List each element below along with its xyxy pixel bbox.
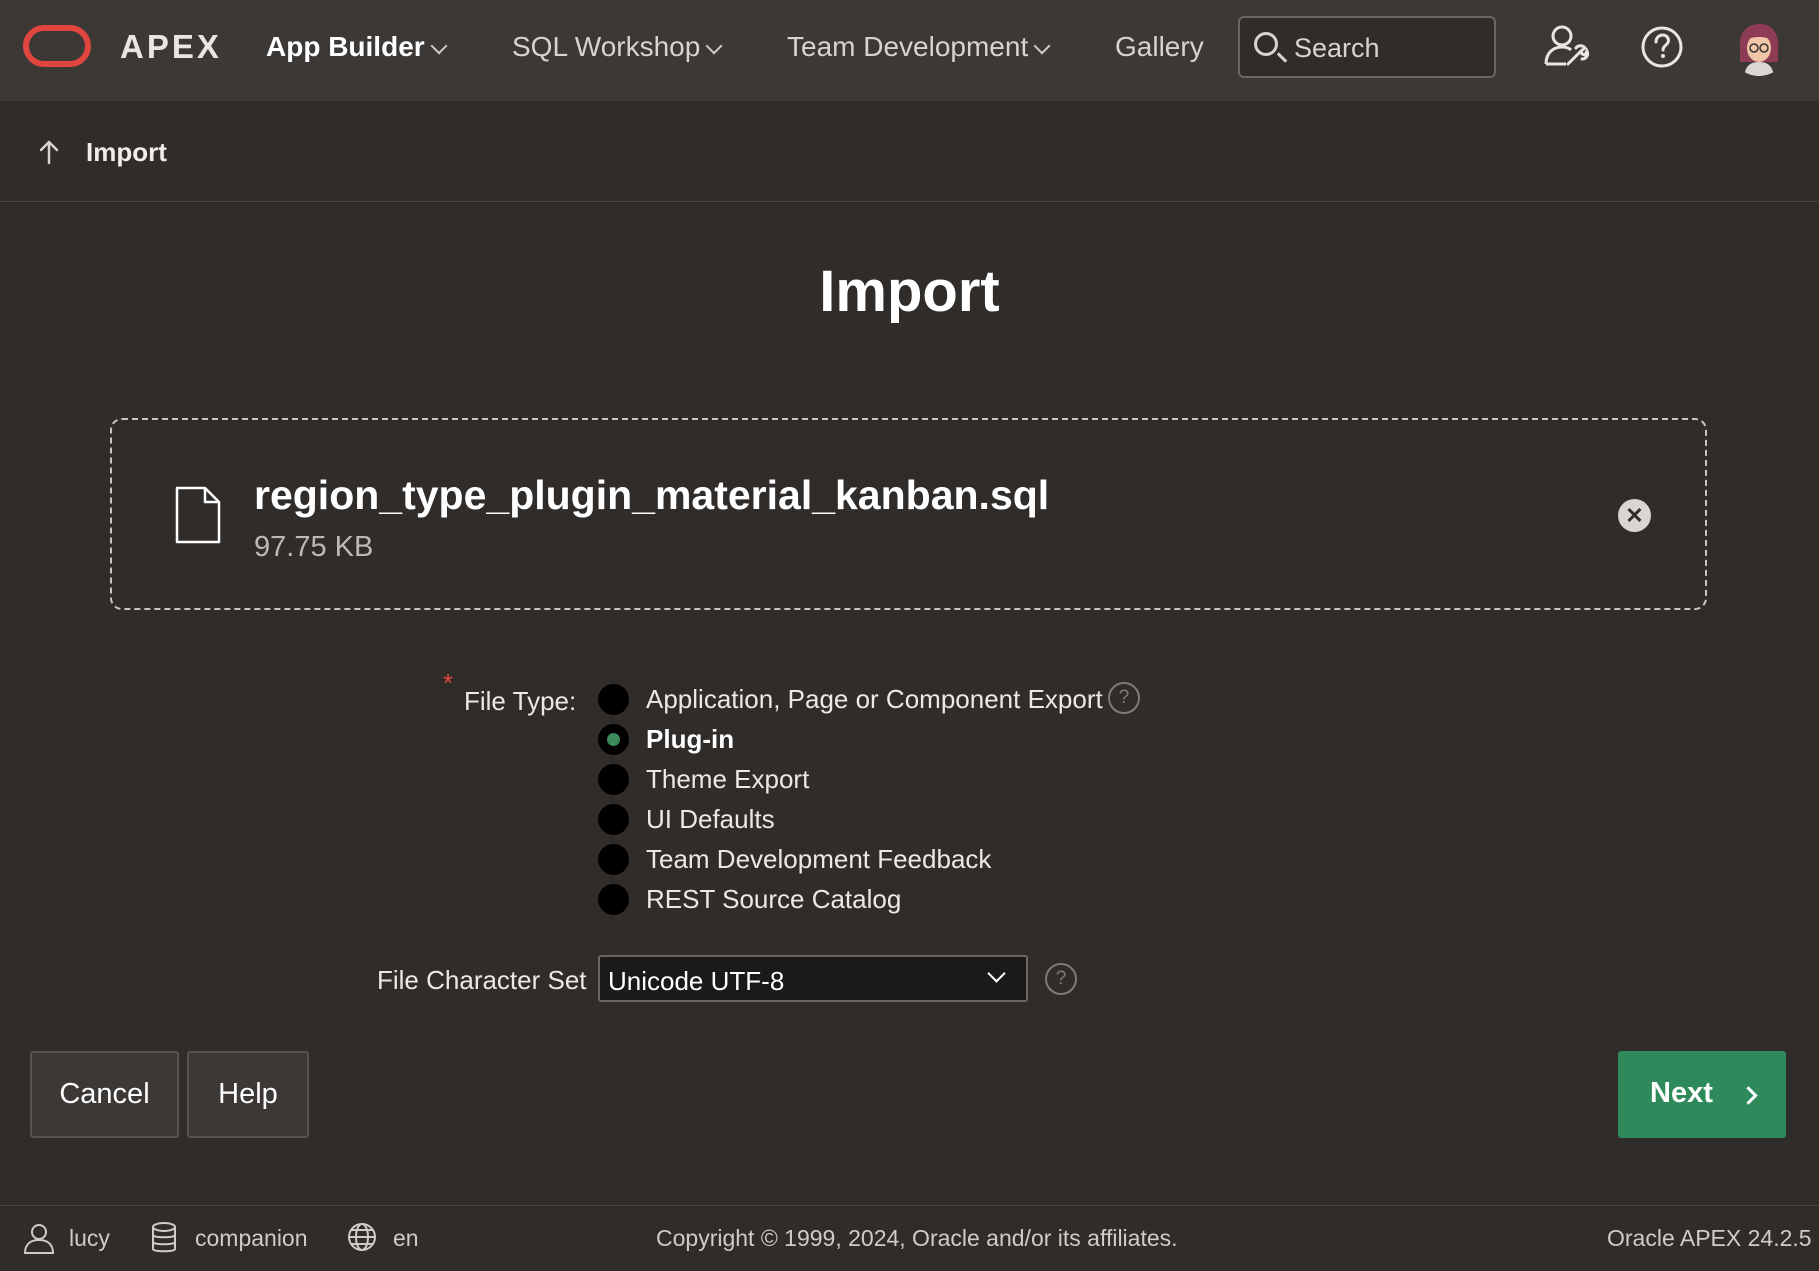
radio-label[interactable]: REST Source Catalog [646,884,901,915]
radio-button[interactable] [598,684,629,715]
page-title: Import [819,259,1000,324]
radio-label[interactable]: Theme Export [646,764,809,795]
uploaded-file-size: 97.75 KB [254,531,374,563]
file-icon [174,485,222,550]
radio-option[interactable]: UI Defaults [598,802,1198,838]
chevron-down-icon[interactable] [705,37,723,55]
next-button-label: Next [1650,1077,1713,1109]
administration-icon[interactable] [1536,18,1594,76]
nav-app-builder[interactable]: App Builder [266,31,425,63]
oracle-logo-icon[interactable] [23,25,91,67]
help-icon[interactable] [1633,18,1691,76]
file-type-label: File Type: [464,686,577,716]
radio-button[interactable] [598,804,629,835]
top-navigation-bar: APEX App Builder SQL Workshop Team Devel… [0,0,1819,101]
footer-version: Oracle APEX 24.2.5 [1607,1225,1812,1251]
file-character-set-select[interactable]: Unicode UTF-8 [598,955,1028,1002]
chevron-down-icon[interactable] [430,37,448,55]
breadcrumb [0,101,1819,202]
radio-button[interactable] [598,884,629,915]
nav-gallery[interactable]: Gallery [1115,31,1204,63]
user-avatar[interactable] [1730,18,1788,76]
select-value: Unicode UTF-8 [608,966,785,996]
required-indicator: * [443,668,454,698]
remove-file-button[interactable]: ✕ [1618,499,1651,532]
help-button[interactable]: Help [187,1051,309,1138]
globe-icon [346,1221,378,1258]
radio-button[interactable] [598,844,629,875]
arrow-up-icon[interactable] [38,139,60,170]
cancel-button[interactable]: Cancel [30,1051,179,1138]
footer-copyright: Copyright © 1999, 2024, Oracle and/or it… [656,1225,1178,1251]
radio-label[interactable]: Plug-in [646,724,734,755]
search-icon [1254,32,1278,56]
chevron-right-icon [1739,1086,1758,1105]
chevron-down-icon[interactable] [1033,37,1051,55]
footer-language[interactable]: en [393,1225,419,1252]
uploaded-file-name: region_type_plugin_material_kanban.sql [254,472,1050,518]
radio-option[interactable]: Plug-in [598,722,1198,758]
radio-label[interactable]: Application, Page or Component Export [646,684,1103,715]
close-icon: ✕ [1625,503,1644,528]
search-input[interactable] [1292,28,1486,68]
chevron-down-icon [987,964,1006,983]
help-icon[interactable]: ? [1045,963,1077,995]
radio-option[interactable]: Theme Export [598,762,1198,798]
database-icon [150,1221,178,1260]
next-button[interactable]: Next [1618,1051,1786,1138]
radio-button-checked[interactable] [598,724,629,755]
help-icon[interactable]: ? [1108,682,1140,714]
user-icon [22,1221,56,1260]
search-field[interactable] [1238,16,1496,78]
brand-name[interactable]: APEX [120,28,222,66]
file-character-set-label: File Character Set [377,965,587,995]
radio-button[interactable] [598,764,629,795]
footer-workspace[interactable]: companion [195,1225,308,1252]
radio-label[interactable]: UI Defaults [646,804,775,835]
nav-sql-workshop[interactable]: SQL Workshop [512,31,700,63]
radio-option[interactable]: REST Source Catalog [598,882,1198,918]
radio-label[interactable]: Team Development Feedback [646,844,991,875]
radio-option[interactable]: Team Development Feedback [598,842,1198,878]
footer-user[interactable]: lucy [69,1225,110,1252]
nav-team-development[interactable]: Team Development [787,31,1028,63]
breadcrumb-current[interactable]: Import [86,137,167,168]
